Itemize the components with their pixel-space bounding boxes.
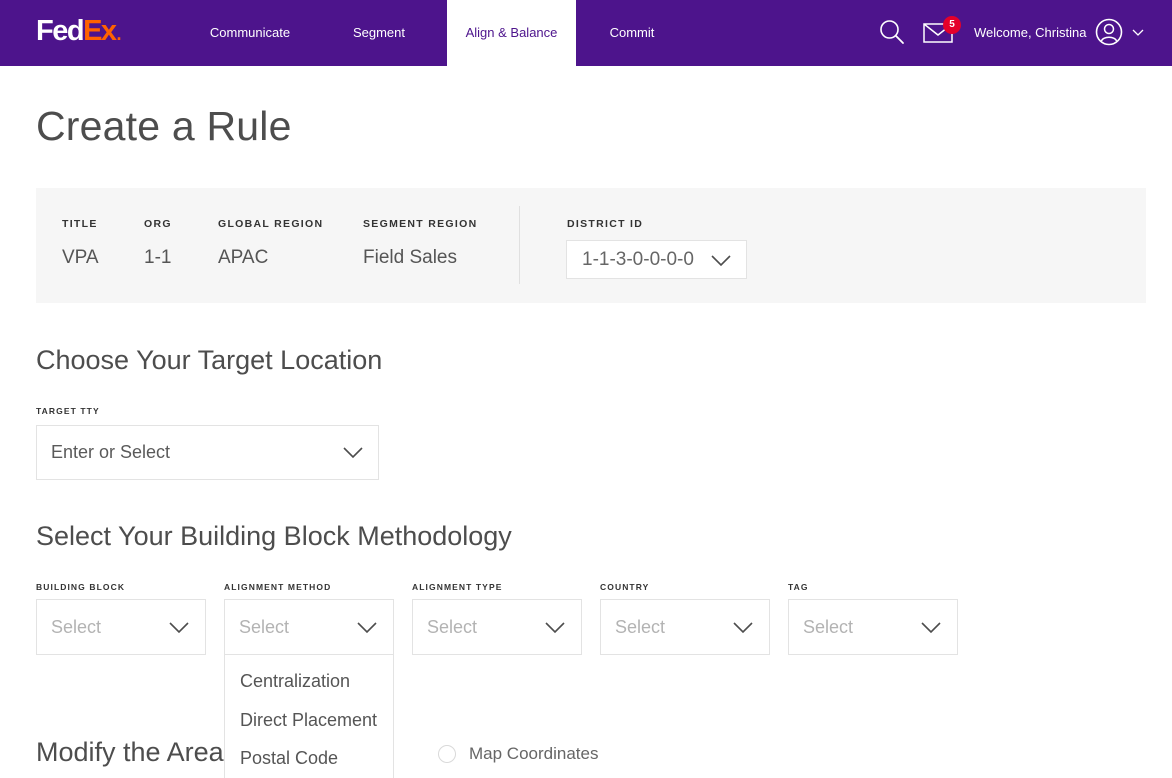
welcome-text: Welcome, Christina [974, 25, 1087, 40]
alignment-method-dropdown-menu: Centralization Direct Placement Postal C… [224, 655, 394, 778]
info-label: SEGMENT REGION [363, 218, 478, 230]
alignment-type-placeholder: Select [427, 617, 478, 637]
fedex-logo[interactable]: FedEx. [36, 15, 122, 50]
chevron-down-icon [545, 622, 565, 634]
chevron-down-icon [357, 622, 377, 634]
logo-ex: Ex [83, 15, 117, 47]
chevron-down-icon [169, 622, 189, 634]
info-segment-region: SEGMENT REGION Field Sales [363, 218, 477, 269]
building-block-label: BUILDING BLOCK [36, 582, 126, 592]
chevron-down-icon [921, 622, 941, 634]
rule-info-panel: TITLE VPA ORG 1-1 GLOBAL REGION APAC SEG… [36, 188, 1146, 303]
top-navigation-bar: FedEx. Communicate Segment Align & Balan… [0, 0, 1172, 66]
district-id-label: DISTRICT ID [567, 218, 644, 230]
nav-tab-commit[interactable]: Commit [590, 0, 674, 66]
info-org: ORG 1-1 [144, 218, 172, 269]
info-divider [519, 206, 520, 284]
building-block-select[interactable]: Select [36, 599, 206, 655]
district-id-value: 1-1-3-0-0-0-0 [582, 249, 694, 270]
tag-select[interactable]: Select [788, 599, 958, 655]
info-label: GLOBAL REGION [218, 218, 324, 230]
alignment-method-select[interactable]: Select [224, 599, 394, 655]
chevron-down-icon [711, 255, 731, 267]
info-label: ORG [144, 218, 172, 230]
info-value: 1-1 [144, 247, 172, 268]
search-icon[interactable] [878, 18, 906, 46]
info-value: VPA [62, 247, 99, 268]
chevron-down-icon[interactable] [1131, 27, 1145, 39]
info-global-region: GLOBAL REGION APAC [218, 218, 323, 269]
building-block-heading: Select Your Building Block Methodology [36, 521, 512, 551]
mail-notification-badge: 5 [943, 16, 961, 34]
logo-fed: Fed [36, 15, 85, 47]
country-placeholder: Select [615, 617, 666, 637]
dropdown-option-centralization[interactable]: Centralization [240, 671, 350, 692]
country-select[interactable]: Select [600, 599, 770, 655]
user-icon[interactable] [1094, 17, 1124, 47]
district-id-select[interactable]: 1-1-3-0-0-0-0 [566, 240, 747, 279]
target-tty-placeholder: Enter or Select [51, 442, 171, 462]
info-value: Field Sales [363, 247, 457, 268]
alignment-type-select[interactable]: Select [412, 599, 582, 655]
dropdown-option-direct-placement[interactable]: Direct Placement [240, 710, 377, 731]
modify-area-heading: Modify the Area [36, 737, 224, 767]
alignment-method-placeholder: Select [239, 617, 290, 637]
map-coordinates-label[interactable]: Map Coordinates [469, 744, 598, 764]
nav-tab-align-balance[interactable]: Align & Balance [447, 0, 576, 66]
chevron-down-icon [343, 447, 363, 459]
tag-label: TAG [788, 582, 809, 592]
building-block-placeholder: Select [51, 617, 102, 637]
dropdown-option-postal-code[interactable]: Postal Code [240, 748, 338, 769]
chevron-down-icon [733, 622, 753, 634]
info-title: TITLE VPA [62, 218, 99, 269]
country-label: COUNTRY [600, 582, 650, 592]
target-location-heading: Choose Your Target Location [36, 345, 383, 375]
map-coordinates-radio[interactable] [438, 745, 456, 763]
nav-tab-segment[interactable]: Segment [330, 0, 428, 66]
target-tty-select[interactable]: Enter or Select [36, 425, 379, 480]
alignment-type-label: ALIGNMENT TYPE [412, 582, 503, 592]
page-title: Create a Rule [36, 103, 292, 149]
logo-dot: . [116, 24, 122, 44]
tag-placeholder: Select [803, 617, 854, 637]
target-tty-label: TARGET TTY [36, 406, 100, 416]
district-id-label-wrap: DISTRICT ID [567, 218, 643, 230]
nav-tab-communicate[interactable]: Communicate [190, 0, 310, 66]
info-label: TITLE [62, 218, 98, 230]
info-value: APAC [218, 247, 269, 268]
alignment-method-label: ALIGNMENT METHOD [224, 582, 332, 592]
